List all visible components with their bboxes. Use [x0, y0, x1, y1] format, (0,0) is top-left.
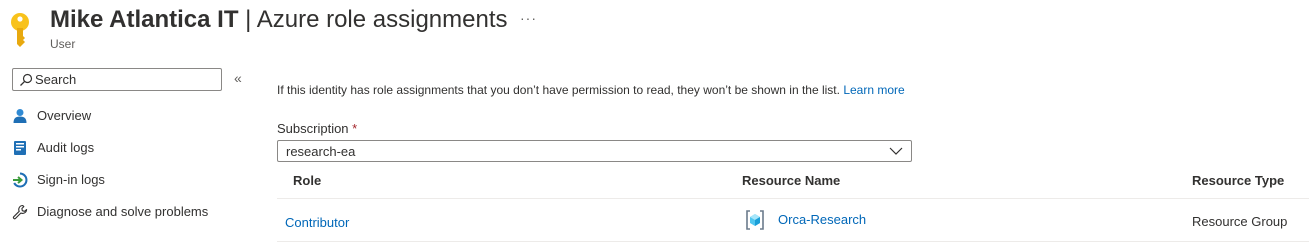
subscription-dropdown[interactable]: research-ea: [277, 140, 912, 162]
page-header: Mike Atlantica IT | Azure role assignmen…: [0, 0, 1309, 56]
subscription-label: Subscription *: [277, 121, 357, 136]
user-icon: [13, 109, 27, 123]
learn-more-link[interactable]: Learn more: [843, 83, 904, 97]
column-header-resource-type[interactable]: Resource Type: [1192, 173, 1284, 188]
sidebar-item-overview[interactable]: Overview: [10, 102, 240, 130]
subscription-selected-value: research-ea: [286, 144, 356, 159]
search-input[interactable]: [35, 71, 215, 88]
sidebar-item-diagnose[interactable]: Diagnose and solve problems: [10, 198, 240, 226]
audit-log-icon: [14, 141, 26, 155]
info-message: If this identity has role assignments th…: [277, 83, 844, 97]
resource-name-link[interactable]: Orca-Research: [778, 212, 866, 227]
subscription-label-text: Subscription: [277, 121, 349, 136]
sidebar-item-label: Sign-in logs: [37, 172, 105, 187]
required-indicator: *: [352, 121, 358, 136]
table-divider: [277, 241, 1309, 242]
sidebar-item-label: Overview: [37, 108, 92, 123]
search-icon: [20, 73, 33, 86]
column-header-resource-name[interactable]: Resource Name: [742, 173, 840, 188]
key-icon: [11, 13, 29, 47]
page-title-name: Mike Atlantica IT: [50, 6, 239, 33]
permission-info-text: If this identity has role assignments th…: [277, 83, 905, 97]
table-divider: [277, 198, 1309, 199]
role-link[interactable]: Contributor: [285, 215, 349, 230]
more-actions-button[interactable]: ···: [520, 10, 537, 26]
wrench-icon: [12, 204, 28, 220]
page-subtitle: User: [50, 37, 76, 51]
sidebar-item-label: Diagnose and solve problems: [37, 204, 209, 219]
page-title: Mike Atlantica IT | Azure role assignmen…: [50, 4, 508, 36]
resource-type-cell: Resource Group: [1192, 214, 1288, 229]
resource-group-icon: [746, 210, 764, 230]
column-header-role[interactable]: Role: [293, 173, 321, 188]
chevron-down-icon: [889, 147, 903, 155]
sidebar-item-audit-logs[interactable]: Audit logs: [10, 134, 240, 162]
sidebar-item-sign-in-logs[interactable]: Sign-in logs: [10, 166, 240, 194]
sidebar-item-label: Audit logs: [37, 140, 95, 155]
collapse-sidebar-button[interactable]: «: [234, 70, 242, 86]
page-title-section: | Azure role assignments: [238, 6, 508, 33]
search-box[interactable]: [12, 68, 222, 91]
sign-in-icon: [13, 172, 28, 188]
